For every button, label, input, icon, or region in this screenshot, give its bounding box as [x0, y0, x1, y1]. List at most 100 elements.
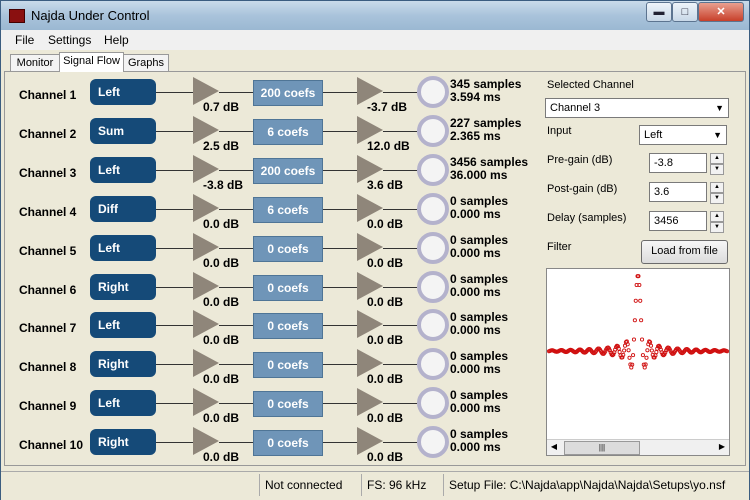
- load-from-file-button[interactable]: Load from file: [641, 240, 728, 264]
- channel-select[interactable]: Channel 3 ▼: [545, 98, 729, 118]
- delay-stepper[interactable]: ▲ ▼: [710, 211, 724, 233]
- maximize-button[interactable]: □: [672, 2, 698, 22]
- delay-ms: 0.000 ms: [450, 206, 501, 221]
- filter-coefs-button[interactable]: 0 coefs: [253, 352, 323, 379]
- input-source-button[interactable]: Left: [90, 156, 156, 183]
- post-gain-stepper[interactable]: ▲ ▼: [710, 182, 724, 204]
- delay-ring-icon[interactable]: [417, 270, 449, 303]
- up-arrow-icon[interactable]: ▲: [710, 182, 724, 193]
- signal-line: [219, 286, 253, 288]
- input-source-button[interactable]: Right: [90, 429, 156, 456]
- delay-ring-icon[interactable]: [417, 231, 449, 264]
- menu-settings[interactable]: Settings: [48, 33, 91, 47]
- post-gain-input[interactable]: 3.6: [649, 182, 707, 202]
- channel-name: Channel 9: [19, 399, 77, 414]
- input-source-button[interactable]: Left: [90, 312, 156, 339]
- signal-line: [323, 286, 357, 288]
- filter-coefs-button[interactable]: 200 coefs: [253, 157, 323, 184]
- input-source-button[interactable]: Right: [90, 273, 156, 300]
- signal-line: [323, 169, 357, 171]
- down-arrow-icon[interactable]: ▼: [710, 164, 724, 175]
- input-source-button[interactable]: Sum: [90, 117, 156, 144]
- close-button[interactable]: ✕: [698, 2, 744, 22]
- title-bar[interactable]: Najda Under Control ▬ □ ✕: [1, 1, 749, 30]
- channel-row: Channel 1 Left 0.7 dB 200 coefs -3.7 dB 345 s…: [5, 76, 535, 114]
- horizontal-scrollbar[interactable]: ◀ ||| ▶: [547, 439, 729, 455]
- post-gain-value: 0.0 dB: [367, 294, 404, 309]
- pre-gain-value: 0.0 dB: [203, 333, 240, 348]
- pre-gain-value: 0.0 dB: [203, 294, 240, 309]
- down-arrow-icon[interactable]: ▼: [710, 193, 724, 204]
- tab-graphs[interactable]: Graphs: [123, 54, 169, 71]
- status-connection: Not connected: [265, 478, 343, 492]
- signal-line: [383, 286, 417, 288]
- delay-readout: 0 samples 0.000 ms: [450, 233, 508, 260]
- scroll-thumb[interactable]: |||: [564, 441, 640, 455]
- pre-gain-value: 0.7 dB: [203, 100, 240, 114]
- channel-row: Channel 7 Left 0.0 dB 0 coefs 0.0 dB 0 sample…: [5, 309, 535, 347]
- filter-coefficient-point: [627, 355, 632, 360]
- up-arrow-icon[interactable]: ▲: [710, 153, 724, 164]
- delay-ms: 0.000 ms: [450, 362, 501, 377]
- minimize-button[interactable]: ▬: [646, 2, 672, 22]
- filter-coefs-button[interactable]: 0 coefs: [253, 313, 323, 340]
- filter-coefs-button[interactable]: 0 coefs: [253, 391, 323, 418]
- channel-row: Channel 9 Left 0.0 dB 0 coefs 0.0 dB 0 sample…: [5, 387, 535, 425]
- channel-row: Channel 6 Right 0.0 dB 0 coefs 0.0 dB 0 sampl…: [5, 270, 535, 309]
- signal-line: [156, 169, 193, 171]
- menu-help[interactable]: Help: [104, 33, 129, 47]
- input-source-button[interactable]: Right: [90, 351, 156, 378]
- delay-ms: 0.000 ms: [450, 323, 501, 338]
- delay-ring-icon[interactable]: [417, 387, 449, 420]
- delay-ring-icon[interactable]: [417, 114, 449, 147]
- delay-ring-icon[interactable]: [417, 76, 449, 108]
- input-source-button[interactable]: Diff: [90, 195, 156, 222]
- filter-coefficient-point: [633, 298, 638, 303]
- down-arrow-icon[interactable]: ▼: [710, 222, 724, 233]
- filter-coefficient-point: [639, 318, 644, 323]
- filter-coefs-button[interactable]: 6 coefs: [253, 196, 323, 223]
- delay-readout: 0 samples 0.000 ms: [450, 272, 508, 299]
- channel-row: Channel 8 Right 0.0 dB 0 coefs 0.0 dB 0 sampl…: [5, 348, 535, 386]
- pre-gain-value: 0.0 dB: [203, 216, 240, 231]
- scroll-right-icon[interactable]: ▶: [716, 441, 728, 453]
- pre-gain-input[interactable]: -3.8: [649, 153, 707, 173]
- delay-ring-icon[interactable]: [417, 309, 449, 342]
- delay-ring-icon[interactable]: [417, 426, 449, 459]
- up-arrow-icon[interactable]: ▲: [710, 211, 724, 222]
- filter-coefs-button[interactable]: 200 coefs: [253, 80, 323, 106]
- signal-line: [219, 442, 253, 444]
- chevron-down-icon: ▼: [715, 103, 724, 113]
- input-source-button[interactable]: Left: [90, 234, 156, 261]
- menu-file[interactable]: File: [15, 33, 34, 47]
- channel-name: Channel 10: [19, 438, 84, 453]
- delay-ring-icon[interactable]: [417, 153, 449, 186]
- input-select[interactable]: Left ▼: [639, 125, 727, 145]
- scroll-left-icon[interactable]: ◀: [548, 441, 560, 453]
- delay-ms: 3.594 ms: [450, 90, 501, 104]
- tab-monitor[interactable]: Monitor: [10, 54, 60, 71]
- signal-line: [156, 286, 193, 288]
- pre-gain-stepper[interactable]: ▲ ▼: [710, 153, 724, 175]
- delay-input[interactable]: 3456: [649, 211, 707, 231]
- delay-samples: 3456 samples: [450, 154, 529, 169]
- filter-coefs-button[interactable]: 0 coefs: [253, 235, 323, 262]
- filter-coefs-button[interactable]: 0 coefs: [253, 430, 323, 457]
- signal-line: [383, 169, 417, 171]
- input-source-button[interactable]: Left: [90, 79, 156, 105]
- delay-ring-icon[interactable]: [417, 348, 449, 381]
- signal-line: [156, 247, 193, 249]
- delay-ms: 0.000 ms: [450, 401, 501, 416]
- signal-line: [219, 208, 253, 210]
- signal-line: [323, 442, 357, 444]
- filter-coefs-button[interactable]: 6 coefs: [253, 118, 323, 145]
- input-source-button[interactable]: Left: [90, 390, 156, 417]
- tab-signal-flow[interactable]: Signal Flow: [59, 52, 124, 72]
- filter-label: Filter: [547, 241, 572, 253]
- post-gain-value: 0.0 dB: [367, 255, 404, 270]
- delay-ring-icon[interactable]: [417, 192, 449, 225]
- filter-coefs-button[interactable]: 0 coefs: [253, 274, 323, 301]
- channel-name: Channel 8: [19, 360, 77, 375]
- filter-response-graph: [546, 274, 730, 370]
- chevron-down-icon: ▼: [713, 130, 722, 140]
